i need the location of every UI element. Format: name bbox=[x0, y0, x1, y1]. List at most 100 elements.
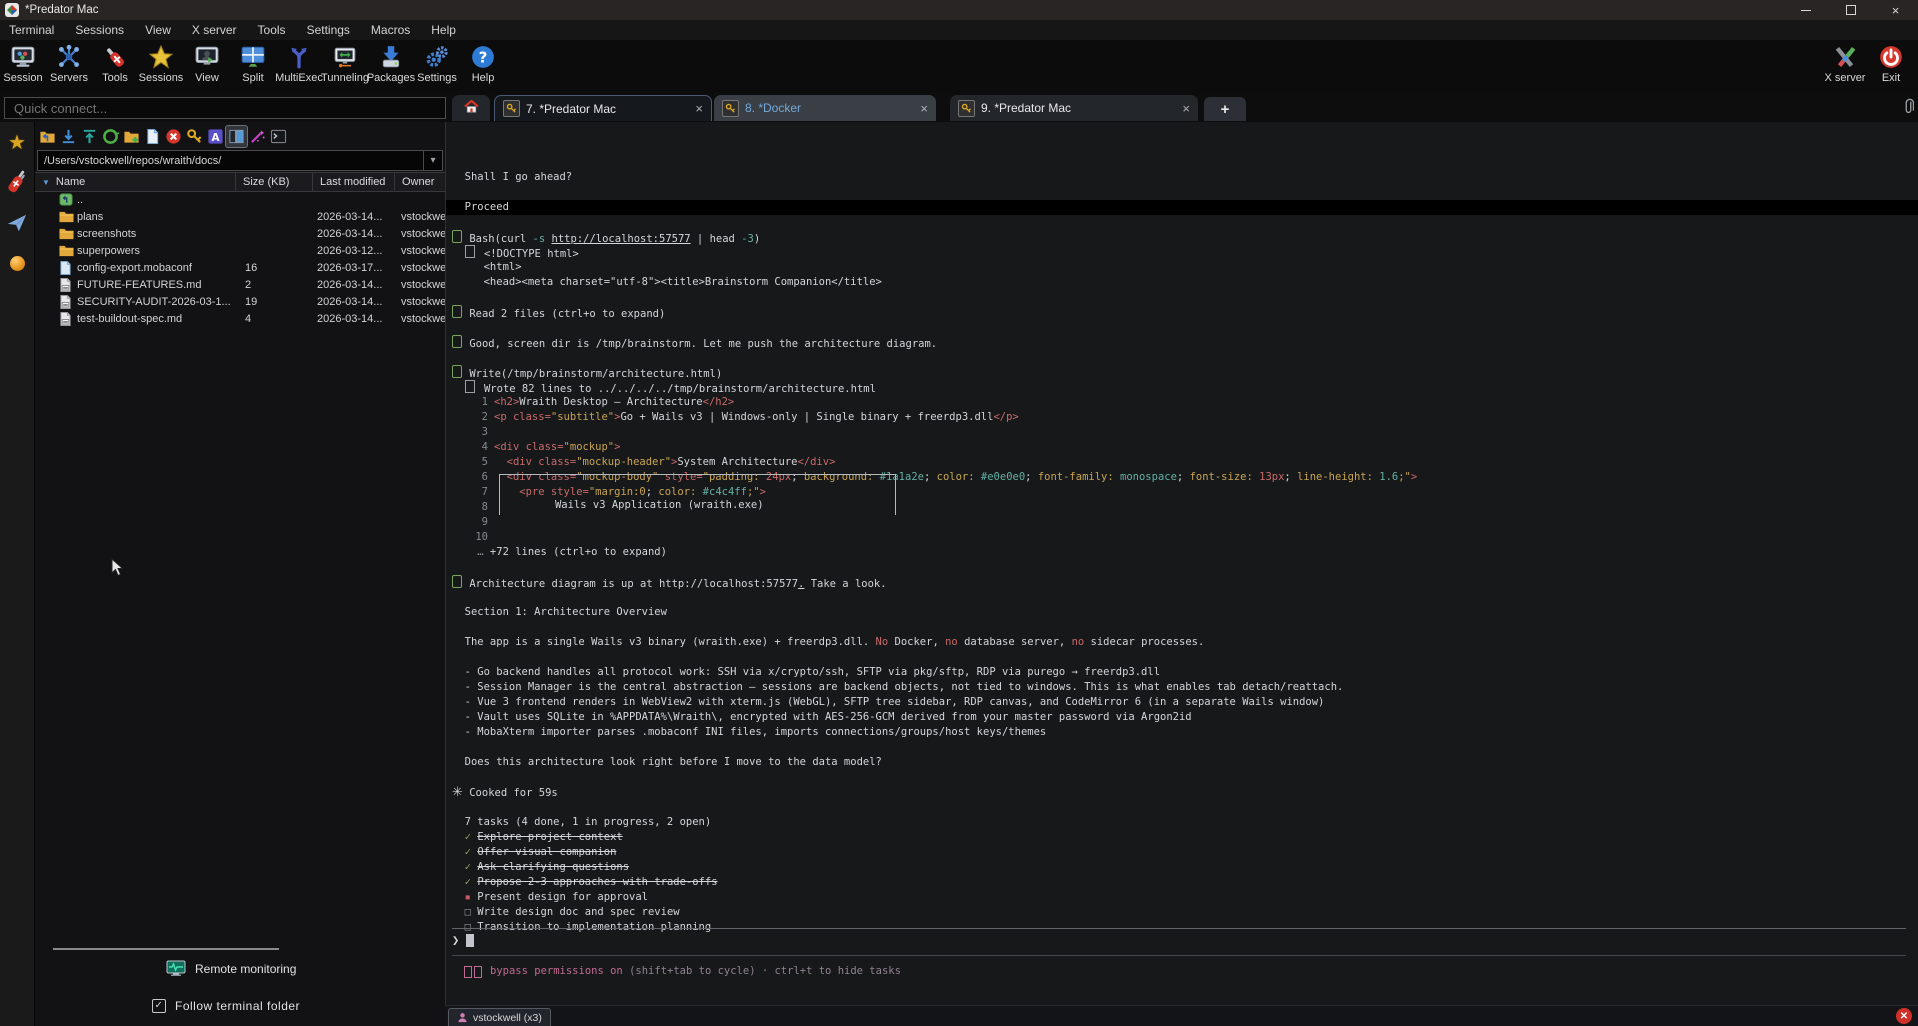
sidebar-divider bbox=[53, 948, 279, 950]
path-dropdown-icon[interactable]: ▾ bbox=[423, 151, 442, 170]
quick-connect-input[interactable] bbox=[4, 97, 446, 119]
up-icon bbox=[59, 193, 74, 206]
menu-tools[interactable]: Tools bbox=[251, 21, 293, 39]
path-text[interactable]: /Users/vstockwell/repos/wraith/docs/ bbox=[38, 155, 423, 167]
close-icon[interactable]: × bbox=[1873, 0, 1918, 20]
tab-close-icon[interactable]: × bbox=[912, 101, 928, 116]
session-tab-vstockwell[interactable]: vstockwell (x3) bbox=[448, 1008, 551, 1026]
new-tab-button[interactable]: + bbox=[1204, 97, 1246, 121]
table-row[interactable]: test-buildout-spec.md42026-03-14...vstoc… bbox=[35, 310, 445, 327]
sidebar-strip: ★ bbox=[0, 122, 35, 1026]
pause-icon bbox=[464, 966, 472, 978]
tab-close-icon[interactable]: × bbox=[1174, 101, 1190, 116]
terminal-line: - Vault uses SQLite in %APPDATA%\Wraith\… bbox=[452, 710, 1910, 725]
font-icon[interactable]: A bbox=[205, 126, 226, 147]
column-header-size[interactable]: Size (KB) bbox=[236, 173, 313, 191]
macros-plane-icon[interactable] bbox=[0, 212, 34, 234]
new-folder-icon[interactable] bbox=[121, 126, 142, 147]
md-icon bbox=[59, 312, 72, 326]
file-name: test-buildout-spec.md bbox=[77, 313, 182, 325]
toolbar-servers-button[interactable]: Servers bbox=[46, 40, 92, 84]
toolbar-tunneling-button[interactable]: Tunneling bbox=[322, 40, 368, 84]
paperclip-icon[interactable] bbox=[1903, 98, 1914, 121]
toolbar-exit-button[interactable]: Exit bbox=[1868, 40, 1914, 84]
delete-icon[interactable] bbox=[163, 126, 184, 147]
toolbar-tools-button[interactable]: Tools bbox=[92, 40, 138, 84]
md-icon bbox=[59, 278, 72, 292]
folder-icon bbox=[59, 244, 74, 257]
toolbar-packages-button[interactable]: Packages bbox=[368, 40, 414, 84]
terminal-line bbox=[452, 215, 1910, 230]
prompt-line[interactable]: ❯ bbox=[452, 933, 474, 948]
maximize-icon[interactable] bbox=[1828, 0, 1873, 20]
close-session-icon[interactable]: ✕ bbox=[1896, 1008, 1912, 1024]
toolbar-view-button[interactable]: View bbox=[184, 40, 230, 84]
title-bar: *Predator Mac × bbox=[0, 0, 1918, 20]
key-icon[interactable] bbox=[184, 126, 205, 147]
tab-8-docker[interactable]: 8. *Docker× bbox=[714, 95, 936, 121]
menu-macros[interactable]: Macros bbox=[364, 21, 417, 39]
toolbar-split-button[interactable]: Split bbox=[230, 40, 276, 84]
toolbar-xserver-button[interactable]: X server bbox=[1822, 40, 1868, 84]
file-icon bbox=[59, 261, 72, 275]
toolbar-label: MultiExec bbox=[275, 72, 323, 84]
toolbar-sessions-button[interactable]: Sessions bbox=[138, 40, 184, 84]
minimize-icon[interactable] bbox=[1783, 0, 1828, 20]
wand-icon[interactable] bbox=[247, 126, 268, 147]
line-number: 9 bbox=[452, 515, 488, 530]
app-logo-icon bbox=[5, 3, 19, 17]
column-header-owner[interactable]: Owner bbox=[395, 173, 445, 191]
file-modified: 2026-03-14... bbox=[317, 279, 393, 291]
tab-home[interactable] bbox=[452, 95, 490, 121]
file-name: plans bbox=[77, 211, 103, 223]
menu-x-server[interactable]: X server bbox=[185, 21, 244, 39]
table-row[interactable]: FUTURE-FEATURES.md22026-03-14...vstockwe… bbox=[35, 276, 445, 293]
new-file-icon[interactable] bbox=[142, 126, 163, 147]
notification-dot-icon[interactable] bbox=[0, 256, 34, 271]
menu-settings[interactable]: Settings bbox=[300, 21, 357, 39]
table-row[interactable]: plans2026-03-14...vstockwell bbox=[35, 208, 445, 225]
follow-terminal-folder-checkbox[interactable]: ✓ Follow terminal folder bbox=[152, 999, 300, 1013]
column-header-modified[interactable]: Last modified bbox=[313, 173, 395, 191]
panel-icon[interactable] bbox=[226, 126, 247, 147]
window-title: *Predator Mac bbox=[25, 4, 99, 16]
menu-terminal[interactable]: Terminal bbox=[2, 21, 61, 39]
sort-descending-icon: ▼ bbox=[42, 178, 50, 187]
tools-knife-icon[interactable] bbox=[0, 168, 34, 196]
table-row[interactable]: screenshots2026-03-14...vstockwell bbox=[35, 225, 445, 242]
table-row[interactable]: SECURITY-AUDIT-2026-03-1...192026-03-14.… bbox=[35, 293, 445, 310]
toolbar-multiexec-button[interactable]: MultiExec bbox=[276, 40, 322, 84]
tab-label: 9. *Predator Mac bbox=[981, 101, 1071, 115]
terminal-line: <!DOCTYPE html> bbox=[452, 245, 1910, 260]
table-row[interactable]: superpowers2026-03-12...vstockwell bbox=[35, 242, 445, 259]
download-icon[interactable] bbox=[58, 126, 79, 147]
file-modified: 2026-03-14... bbox=[317, 211, 393, 223]
terminal-line: 5 <div class="mockup-header">System Arch… bbox=[452, 455, 1910, 470]
terminal-pane[interactable]: Shall I go ahead? Proceed Bash(curl -s h… bbox=[445, 122, 1918, 1006]
toolbar-help-button[interactable]: ?Help bbox=[460, 40, 506, 84]
sessions-star-icon[interactable]: ★ bbox=[0, 130, 34, 155]
menu-help[interactable]: Help bbox=[424, 21, 463, 39]
terminal-line: ✓ Ask clarifying questions bbox=[452, 860, 1910, 875]
remote-monitoring-link[interactable]: Remote monitoring bbox=[166, 960, 296, 978]
terminal-icon[interactable] bbox=[268, 126, 289, 147]
menu-sessions[interactable]: Sessions bbox=[68, 21, 131, 39]
upload-icon[interactable] bbox=[79, 126, 100, 147]
key-icon bbox=[503, 100, 520, 117]
table-row[interactable]: .. bbox=[35, 191, 445, 208]
tab-9-predator-mac[interactable]: 9. *Predator Mac × bbox=[950, 95, 1198, 121]
table-row[interactable]: config-export.mobaconf162026-03-17...vst… bbox=[35, 259, 445, 276]
folder-up-icon[interactable] bbox=[37, 126, 58, 147]
toolbar-label: Settings bbox=[417, 72, 457, 84]
terminal-line bbox=[452, 650, 1910, 665]
menu-view[interactable]: View bbox=[138, 21, 178, 39]
terminal-line bbox=[452, 320, 1910, 335]
checkbox-checked-icon: ✓ bbox=[152, 999, 166, 1013]
toolbar-session-button[interactable]: Session bbox=[0, 40, 46, 84]
toolbar-settings-button[interactable]: Settings bbox=[414, 40, 460, 84]
tab-close-icon[interactable]: × bbox=[687, 101, 703, 116]
tab-7-predator-mac[interactable]: 7. *Predator Mac× bbox=[494, 95, 712, 121]
column-header-name[interactable]: ▼Name bbox=[35, 173, 236, 191]
refresh-icon[interactable] bbox=[100, 126, 121, 147]
terminal-line: ✓ Offer visual companion bbox=[452, 845, 1910, 860]
